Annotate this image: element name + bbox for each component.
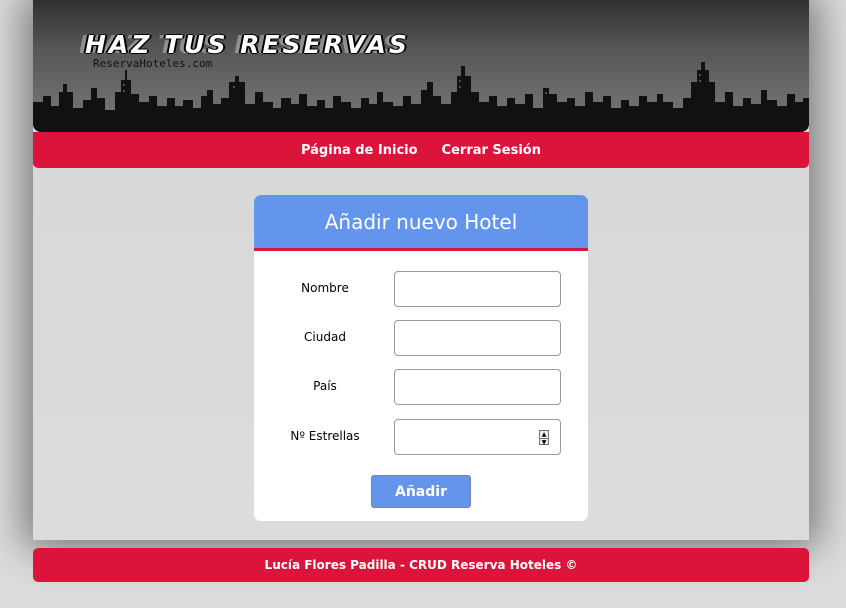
ciudad-label: Ciudad (304, 330, 346, 344)
add-hotel-form-card: Añadir nuevo Hotel Nombre Ciudad País Nº… (254, 195, 588, 521)
page-footer: Lucía Flores Padilla - CRUD Reserva Hote… (33, 548, 809, 582)
pais-label: País (313, 379, 337, 393)
form-row-estrellas: Nº Estrellas ▲ ▼ (254, 419, 588, 455)
estrellas-stepper[interactable]: ▲ ▼ (539, 430, 549, 446)
stepper-down-icon[interactable]: ▼ (540, 438, 548, 446)
nav-link-home[interactable]: Página de Inicio (301, 143, 418, 158)
site-logo-subtitle: ReservaHoteles.com (93, 57, 213, 70)
nombre-label: Nombre (301, 281, 349, 295)
estrellas-label: Nº Estrellas (290, 429, 360, 443)
form-title: Añadir nuevo Hotel (254, 195, 588, 251)
add-hotel-button[interactable]: Añadir (371, 475, 471, 508)
main-navbar: Página de Inicio Cerrar Sesión (33, 132, 809, 168)
form-row-ciudad: Ciudad (254, 320, 588, 356)
stepper-up-icon[interactable]: ▲ (540, 431, 548, 438)
estrellas-input[interactable] (394, 419, 561, 455)
header-banner: HAZ TUS RESERVAS ReservaHoteles.com (33, 0, 809, 132)
site-logo-title: HAZ TUS RESERVAS (85, 30, 410, 59)
nav-link-logout[interactable]: Cerrar Sesión (442, 143, 541, 158)
pais-input[interactable] (394, 369, 561, 405)
ciudad-input[interactable] (394, 320, 561, 356)
form-row-pais: País (254, 369, 588, 405)
form-row-nombre: Nombre (254, 271, 588, 307)
city-skyline-graphic (33, 62, 809, 132)
nombre-input[interactable] (394, 271, 561, 307)
